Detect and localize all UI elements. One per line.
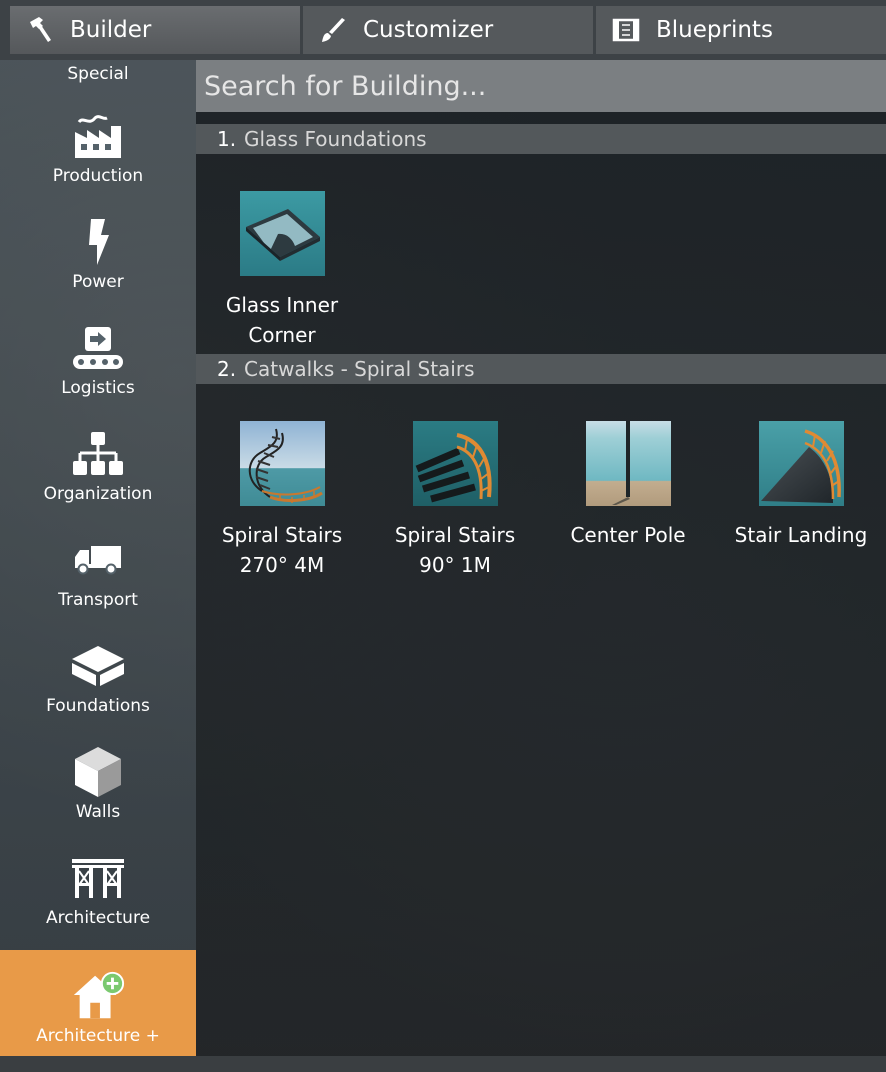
- building-item-glass-inner-corner[interactable]: Glass Inner Corner: [196, 191, 368, 350]
- sidebar-item-walls[interactable]: Walls: [0, 726, 196, 832]
- building-item-stair-landing[interactable]: Stair Landing: [715, 421, 886, 550]
- bottom-edge: [0, 1056, 886, 1072]
- sidebar-item-label: Logistics: [61, 378, 135, 398]
- search-input[interactable]: [196, 60, 886, 112]
- spiral-stairs-90-thumbnail: [412, 421, 498, 506]
- tab-blueprints-label: Blueprints: [656, 17, 773, 43]
- sidebar-item-architecture-plus[interactable]: Architecture +: [0, 950, 196, 1056]
- building-item-label: Glass Inner Corner: [225, 293, 339, 347]
- sidebar-item-label: Power: [72, 272, 124, 292]
- sidebar-item-logistics[interactable]: Logistics: [0, 302, 196, 408]
- building-item-spiral-stairs-270-4m[interactable]: Spiral Stairs 270° 4M: [196, 421, 368, 580]
- tab-customizer-label: Customizer: [363, 17, 494, 43]
- building-item-label: Center Pole: [570, 523, 686, 547]
- lightning-icon: [70, 216, 126, 268]
- factory-icon: [70, 110, 126, 162]
- sidebar-item-special[interactable]: Special: [0, 14, 196, 86]
- truck-icon: [70, 534, 126, 586]
- house-plus-icon: [70, 970, 126, 1022]
- building-panel: 1. Glass Foundations: [196, 60, 886, 1056]
- sidebar-item-production[interactable]: Production: [0, 90, 196, 196]
- sidebar-item-label: Walls: [75, 802, 121, 822]
- sidebar-item-label: Production: [52, 166, 144, 186]
- category-number: 1.: [217, 127, 237, 151]
- category-title: Catwalks - Spiral Stairs: [244, 357, 475, 381]
- blueprints-icon: [612, 16, 640, 44]
- sidebar-item-power[interactable]: Power: [0, 196, 196, 302]
- building-item-center-pole[interactable]: Center Pole: [542, 421, 714, 550]
- sidebar-item-label: Special: [67, 64, 129, 84]
- category-sidebar: Special Production Power Logistics Organ…: [0, 60, 196, 1056]
- sidebar-item-transport[interactable]: Transport: [0, 514, 196, 620]
- scaffold-icon: [70, 852, 126, 904]
- sidebar-item-label: Organization: [43, 484, 153, 504]
- results-list: 1. Glass Foundations Glass Inner Corner …: [196, 112, 886, 1056]
- sidebar-item-label: Transport: [58, 590, 138, 610]
- sidebar-item-architecture[interactable]: Architecture: [0, 832, 196, 938]
- sidebar-item-label: Foundations: [46, 696, 150, 716]
- building-item-label: Spiral Stairs 270° 4M: [221, 523, 343, 577]
- category-header-glass-foundations: 1. Glass Foundations: [196, 124, 886, 154]
- sidebar-item-label: Architecture +: [36, 1026, 160, 1046]
- brush-icon: [319, 16, 347, 44]
- building-item-label: Spiral Stairs 90° 1M: [394, 523, 516, 577]
- wall-cube-icon: [70, 746, 126, 798]
- category-title: Glass Foundations: [244, 127, 427, 151]
- spiral-stairs-270-thumbnail: [239, 421, 325, 506]
- tab-blueprints[interactable]: Blueprints: [596, 6, 886, 54]
- glass-inner-corner-thumbnail: [239, 191, 325, 276]
- stair-landing-thumbnail: [758, 421, 844, 506]
- category-number: 2.: [217, 357, 237, 381]
- sidebar-item-label: Architecture: [45, 908, 151, 928]
- conveyor-icon: [70, 322, 126, 374]
- sidebar-item-organization[interactable]: Organization: [0, 408, 196, 514]
- hierarchy-icon: [70, 428, 126, 480]
- foundation-icon: [70, 640, 126, 692]
- tab-customizer[interactable]: Customizer: [303, 6, 593, 54]
- center-pole-thumbnail: [585, 421, 671, 506]
- category-header-catwalks-spiral-stairs: 2. Catwalks - Spiral Stairs: [196, 354, 886, 384]
- building-item-spiral-stairs-90-1m[interactable]: Spiral Stairs 90° 1M: [369, 421, 541, 580]
- sidebar-item-foundations[interactable]: Foundations: [0, 620, 196, 726]
- building-item-label: Stair Landing: [734, 523, 868, 547]
